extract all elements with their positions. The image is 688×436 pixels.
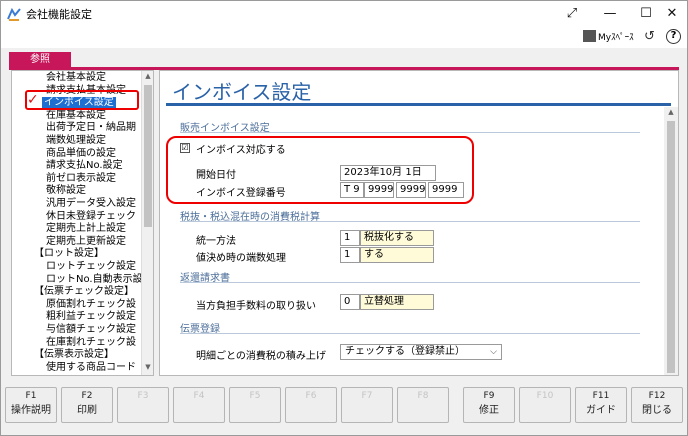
- page-title: インボイス設定: [172, 80, 312, 104]
- section-return-invoice: 返還請求書: [180, 269, 640, 284]
- sidebar-item[interactable]: 【伝票表示設定】: [34, 349, 114, 361]
- sidebar-item[interactable]: 【伝票チェック設定】: [34, 286, 134, 298]
- tax-accumulation-label: 明細ごとの消費税の積み上げ: [196, 351, 326, 362]
- fkey-f4: F4: [173, 387, 225, 423]
- fkey-code: F4: [193, 391, 205, 401]
- sidebar-scrollbar[interactable]: ▲ ▼: [141, 71, 153, 375]
- sidebar-item[interactable]: 請求支払No.設定: [46, 160, 123, 172]
- unify-method-label: 統一方法: [196, 236, 236, 247]
- sidebar-item[interactable]: 定期売上更新設定: [46, 236, 126, 248]
- maximize-icon: ☐: [640, 6, 652, 21]
- fkey-code: F12: [648, 391, 666, 401]
- minimize-button[interactable]: —: [591, 1, 629, 26]
- tab-reference[interactable]: 参照: [9, 52, 71, 67]
- fkey-code: F5: [249, 391, 261, 401]
- scroll-down-icon[interactable]: ▼: [142, 363, 153, 371]
- tax-accumulation-select[interactable]: チェックする（登録禁止） ⌵: [340, 344, 502, 360]
- fkey-f9[interactable]: F9 修正: [463, 387, 515, 423]
- main-panel: インボイス設定 販売インボイス設定 ☑ インボイス対応する 開始日付 2023年…: [159, 70, 679, 376]
- sidebar-item[interactable]: 定期売上計上設定: [46, 223, 126, 235]
- fkey-f12[interactable]: F12 閉じる: [631, 387, 683, 423]
- sidebar-item[interactable]: 商品単価の設定: [46, 148, 116, 160]
- unify-method-code[interactable]: 1: [340, 230, 360, 246]
- sidebar-item[interactable]: 会社基本設定: [46, 72, 106, 84]
- sidebar-item[interactable]: 端数処理設定: [46, 135, 106, 147]
- minimize-icon: —: [603, 6, 617, 21]
- fkey-code: F1: [25, 391, 37, 401]
- fkey-label: ガイド: [586, 405, 616, 416]
- app-icon: [7, 7, 21, 21]
- sidebar-item[interactable]: 敬称設定: [46, 185, 86, 197]
- fee-handling-label: 当方負担手数料の取り扱い: [196, 301, 316, 312]
- expand-button[interactable]: ⤢: [553, 1, 591, 26]
- close-button[interactable]: ✕: [653, 1, 688, 26]
- fee-handling-code[interactable]: 0: [340, 294, 360, 310]
- help-icon[interactable]: ?: [666, 29, 681, 44]
- app-window: 会社機能設定 ⤢ — ☐ ✕ Myｽﾍﾟｰｽ ↺ ? 参照 会社基本設定 請求支払…: [0, 0, 688, 436]
- myspace-icon[interactable]: [583, 30, 596, 42]
- function-key-bar: F1 操作説明 F2 印刷 F3 F4 F5 F6 F7 F8 F9 修正 F10 F11 ガイド F12 閉じ…: [5, 387, 685, 431]
- fkey-f2[interactable]: F2 印刷: [61, 387, 113, 423]
- fkey-code: F3: [137, 391, 149, 401]
- sidebar-item[interactable]: 出荷予定日・納品期: [46, 122, 136, 134]
- fkey-code: F8: [417, 391, 429, 401]
- sidebar-item[interactable]: 在庫割れチェック設: [46, 337, 136, 349]
- close-icon: ✕: [666, 6, 678, 21]
- section-mixed-tax: 税抜・税込混在時の消費税計算: [180, 208, 640, 223]
- sidebar-item[interactable]: ロットチェック設定: [46, 261, 136, 273]
- fkey-code: F9: [483, 391, 495, 401]
- fkey-f11[interactable]: F11 ガイド: [575, 387, 627, 423]
- fkey-f7: F7: [341, 387, 393, 423]
- sidebar-item[interactable]: 使用する商品コード: [46, 362, 136, 374]
- sidebar-item[interactable]: 原価割れチェック設: [46, 299, 136, 311]
- main-scroll-up-icon[interactable]: ▲: [664, 108, 678, 116]
- title-underline: [166, 103, 671, 106]
- scroll-up-icon[interactable]: ▲: [142, 72, 153, 80]
- sidebar-item[interactable]: 汎用データ受入設定: [46, 198, 136, 210]
- fkey-f6: F6: [285, 387, 337, 423]
- fkey-code: F10: [536, 391, 554, 401]
- sidebar-item[interactable]: 在庫基本設定: [46, 110, 106, 122]
- window-title: 会社機能設定: [26, 8, 92, 21]
- expand-icon: ⤢: [566, 6, 578, 21]
- main-scrollbar[interactable]: ▲: [664, 107, 678, 375]
- settings-sidebar[interactable]: 会社基本設定 請求支払基本設定 インボイス設定 在庫基本設定 出荷予定日・納品期 端数処理…: [11, 70, 154, 376]
- sidebar-item[interactable]: 粗利益チェック設定: [46, 311, 136, 323]
- fkey-f8: F8: [397, 387, 449, 423]
- section-voucher: 伝票登録: [180, 320, 640, 335]
- chevron-down-icon: ⌵: [490, 347, 497, 357]
- fee-handling-value: 立替処理: [360, 294, 434, 310]
- title-bar: 会社機能設定 ⤢ — ☐ ✕: [1, 1, 687, 26]
- fkey-f3: F3: [117, 387, 169, 423]
- sidebar-item[interactable]: 与信額チェック設定: [46, 324, 136, 336]
- rounding-code[interactable]: 1: [340, 247, 360, 263]
- fkey-label: 操作説明: [11, 405, 51, 416]
- fkey-code: F6: [305, 391, 317, 401]
- myspace-label[interactable]: Myｽﾍﾟｰｽ: [598, 30, 634, 43]
- fkey-f5: F5: [229, 387, 281, 423]
- selected-item-highlight: [25, 90, 139, 110]
- fkey-f10: F10: [519, 387, 571, 423]
- sidebar-item[interactable]: ロットNo.自動表示設: [46, 274, 143, 286]
- fkey-label: 印刷: [77, 405, 97, 416]
- unify-method-value: 税抜化する: [360, 230, 434, 246]
- fkey-code: F7: [361, 391, 373, 401]
- sidebar-item[interactable]: 前ゼロ表示設定: [46, 173, 116, 185]
- tax-accumulation-value: チェックする（登録禁止）: [345, 346, 465, 357]
- fkey-code: F11: [592, 391, 610, 401]
- fkey-code: F2: [81, 391, 93, 401]
- top-toolbar: Myｽﾍﾟｰｽ ↺ ?: [1, 26, 687, 48]
- main-scroll-thumb[interactable]: [667, 121, 675, 373]
- fkey-label: 修正: [479, 405, 499, 416]
- rounding-value: する: [360, 247, 434, 263]
- invoice-highlight: [166, 136, 474, 204]
- rounding-label: 値決め時の端数処理: [196, 253, 286, 264]
- fkey-f1[interactable]: F1 操作説明: [5, 387, 57, 423]
- section-sales-invoice: 販売インボイス設定: [180, 119, 640, 134]
- sidebar-item[interactable]: 【ロット設定】: [34, 248, 104, 260]
- sidebar-item[interactable]: 休日未登録チェック: [46, 211, 136, 223]
- fkey-label: 閉じる: [642, 405, 672, 416]
- history-icon[interactable]: ↺: [644, 29, 655, 44]
- sidebar-scroll-thumb[interactable]: [144, 85, 152, 227]
